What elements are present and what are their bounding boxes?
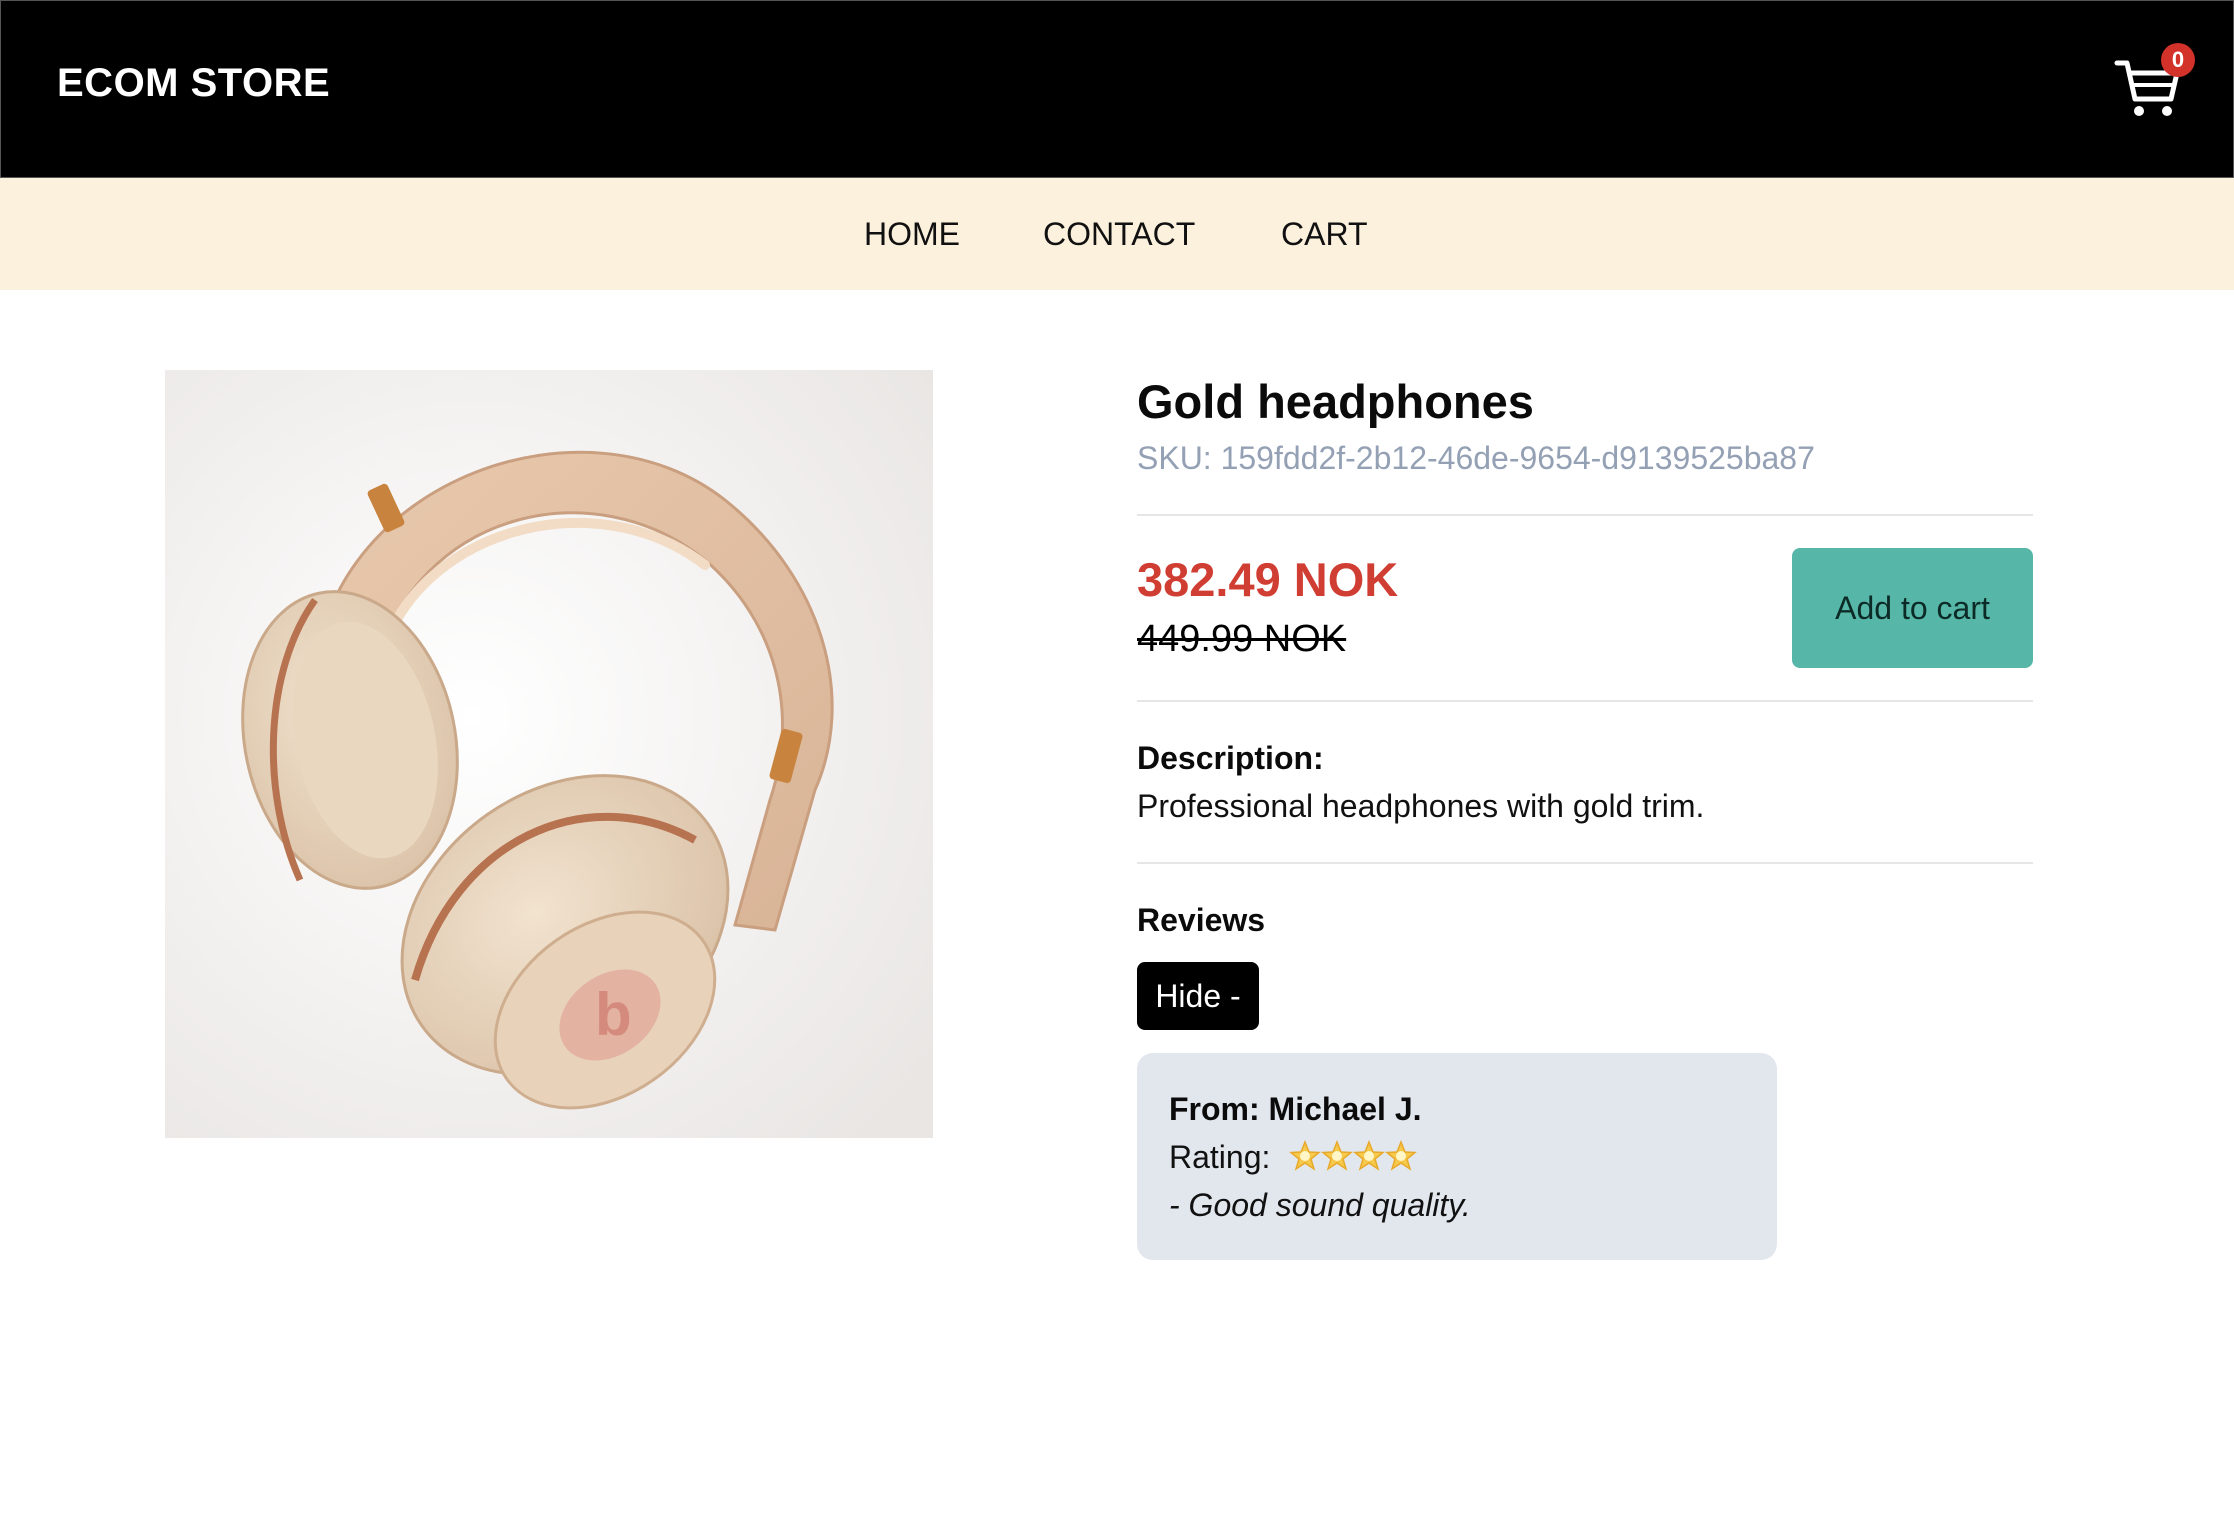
sale-price: 382.49 NOK xyxy=(1137,553,1399,606)
product-sku: SKU: 159fdd2f-2b12-46de-9654-d9139525ba8… xyxy=(1137,440,1815,476)
star-icon xyxy=(1289,1140,1322,1171)
original-price: 449.99 NOK xyxy=(1137,618,1347,660)
divider xyxy=(1137,514,2033,516)
rating-stars xyxy=(1289,1140,1418,1180)
brand-logo[interactable]: ECOM STORE xyxy=(57,61,330,106)
main-navigation: HOME CONTACT CART xyxy=(0,178,2234,290)
site-header: ECOM STORE 0 xyxy=(0,0,2234,178)
description-text: Professional headphones with gold trim. xyxy=(1137,788,1705,824)
svg-text:b: b xyxy=(595,981,632,1048)
headphones-illustration: b xyxy=(165,370,933,1138)
reviews-heading: Reviews xyxy=(1137,902,1266,938)
nav-link-contact[interactable]: CONTACT xyxy=(1043,216,1195,253)
nav-link-home[interactable]: HOME xyxy=(864,216,960,253)
cart-count-badge: 0 xyxy=(2161,43,2195,77)
star-icon xyxy=(1321,1140,1354,1171)
product-image: b xyxy=(165,370,933,1138)
star-icon xyxy=(1385,1140,1418,1171)
review-rating: Rating: xyxy=(1169,1139,1418,1180)
review-comment: - Good sound quality. xyxy=(1169,1187,1471,1223)
divider xyxy=(1137,862,2033,864)
hide-reviews-button[interactable]: Hide - xyxy=(1137,962,1259,1030)
rating-label: Rating: xyxy=(1169,1139,1271,1175)
review-card: From: Michael J. Rating: - Good sound qu… xyxy=(1137,1053,1777,1260)
star-icon xyxy=(1353,1140,1386,1171)
description-heading: Description: xyxy=(1137,740,1324,776)
review-author: From: Michael J. xyxy=(1169,1091,1422,1127)
add-to-cart-button[interactable]: Add to cart xyxy=(1792,548,2033,668)
nav-link-cart[interactable]: CART xyxy=(1281,216,1368,253)
divider xyxy=(1137,700,2033,702)
product-title: Gold headphones xyxy=(1137,375,1534,428)
